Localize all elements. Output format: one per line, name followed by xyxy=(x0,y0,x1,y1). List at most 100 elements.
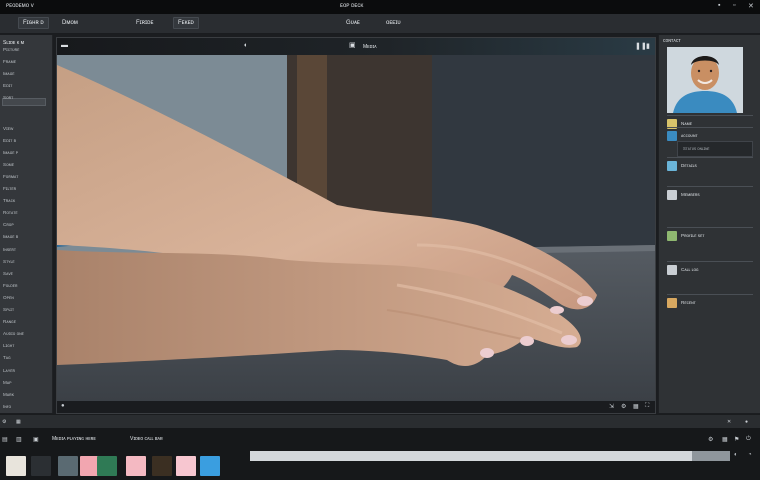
taskbar-app-tile[interactable] xyxy=(58,456,78,476)
sidebar-item[interactable]: Iᴍᴀɢᴇ xyxy=(3,71,15,76)
sidebar-item[interactable]: Fᴏʀᴍᴀᴛ xyxy=(3,174,18,179)
progress-fill xyxy=(250,451,692,461)
taskbar-app-tile[interactable] xyxy=(126,456,146,476)
grid-tray-icon[interactable]: ▦ xyxy=(722,436,728,443)
right-panel-row-label[interactable]: ᴀᴄᴄᴏᴜɴᴛ xyxy=(681,133,698,138)
back-icon[interactable]: ◖ xyxy=(243,42,247,49)
sidebar-item[interactable]: Iᴍᴀɢᴇ ʙ xyxy=(3,234,18,239)
sidebar-item[interactable]: Rᴏᴛᴀᴛᴇ xyxy=(3,210,18,215)
grid-icon[interactable]: ▦ xyxy=(16,419,21,425)
status-x-icon[interactable]: ✕ xyxy=(727,419,731,425)
taskbar-app-tile[interactable] xyxy=(31,456,51,476)
sidebar-item[interactable]: Oᴘᴇɴ xyxy=(3,295,14,300)
right-panel: ᴄᴏɴᴛᴀᴄᴛ Nᴀᴍᴇ ᴀᴄᴄᴏᴜɴᴛ Sᴛᴀᴛᴜs ᴏɴʟɪɴᴇ Dᴇᴛᴀɪʟs M… xyxy=(658,35,760,413)
window-icon[interactable]: ▮ xyxy=(646,42,650,50)
resize-icon[interactable]: ⇲ xyxy=(609,403,614,410)
sidebar-item[interactable]: Fʀᴀᴍᴇ xyxy=(3,59,16,64)
notify-icon[interactable]: ⚑ xyxy=(734,436,739,443)
sidebar-item[interactable]: Lᴀʏᴇʀ xyxy=(3,368,15,373)
menu-center-2[interactable]: ᴏᴇᴇɪᴜ xyxy=(386,20,401,26)
sidebar-item[interactable]: Sᴘʟɪᴛ xyxy=(3,307,14,312)
sidebar-item[interactable]: Sᴏʀᴛ xyxy=(3,95,13,100)
close-button[interactable]: ✕ xyxy=(748,2,754,10)
power-icon[interactable]: ⏻ xyxy=(746,436,751,443)
sidebar-item[interactable]: Aᴜᴅɪᴏ ᴏɴᴇ xyxy=(3,331,24,336)
menu-item-2[interactable]: Dᴍᴏᴍ xyxy=(62,20,78,26)
sidebar-item[interactable]: Mᴀʀᴋ xyxy=(3,392,14,397)
sidebar-item[interactable]: Eᴅɪᴛ ʙ xyxy=(3,138,16,143)
sidebar-item[interactable]: Eᴅɪᴛ xyxy=(3,83,12,88)
sidebar-item[interactable]: Sᴀᴠᴇ xyxy=(3,271,13,276)
sidebar-item[interactable]: Iɴғᴏ xyxy=(3,404,11,409)
list-icon[interactable]: ▥ xyxy=(16,436,22,443)
sidebar-item[interactable]: Iɴsᴇʀᴛ xyxy=(3,247,16,252)
taskbar-tab-2[interactable]: Vɪᴅᴇᴏ ᴄᴀʟʟ ʙᴀʀ xyxy=(130,436,163,442)
maximize-button[interactable]: ▫ xyxy=(733,2,735,9)
sidebar-item[interactable]: Rᴀɴɢᴇ xyxy=(3,319,16,324)
divider xyxy=(667,294,753,295)
menu-item-4[interactable]: Fᴇᴋᴇᴅ xyxy=(173,17,199,29)
sidebar-item[interactable]: Cʀᴏᴘ xyxy=(3,222,14,227)
sidebar-item[interactable]: Sᴛʏʟᴇ xyxy=(3,259,15,264)
settings-icon[interactable]: ⚙ xyxy=(621,403,626,410)
volume-icon[interactable]: ◐ xyxy=(734,452,738,458)
clock-icon[interactable]: ◔ xyxy=(748,452,752,458)
taskbar-tab-1[interactable]: Mᴇᴅɪᴀ ᴘʟᴀʏɪɴɢ ʜᴇʀᴇ xyxy=(52,436,96,442)
right-panel-row-label[interactable]: Mᴇᴍʙᴇʀs xyxy=(681,192,700,197)
right-panel-row-label[interactable]: Pʀᴏғɪʟᴇ sᴇᴛ xyxy=(681,233,704,238)
taskbar-app-tile[interactable] xyxy=(6,456,26,476)
window-title: ᴇᴏᴘ ᴅᴇᴄᴋ xyxy=(340,3,364,9)
row-thumbnail-icon xyxy=(667,298,677,308)
divider xyxy=(667,115,753,116)
menu-center-1[interactable]: Gᴜᴀᴇ xyxy=(346,20,360,26)
sidebar-item[interactable]: Fᴏʟᴅᴇʀ xyxy=(3,283,18,288)
sidebar-item[interactable]: Tʀᴀᴄᴋ xyxy=(3,198,15,203)
right-panel-header: ᴄᴏɴᴛᴀᴄᴛ xyxy=(663,38,681,44)
sidebar-item[interactable]: Iᴍᴀɢᴇ ᴘ xyxy=(3,150,18,155)
taskbar-app-tile[interactable] xyxy=(200,456,220,476)
sidebar-item[interactable]: Sᴏᴍᴇ xyxy=(3,162,14,167)
gear-icon[interactable]: ⚙ xyxy=(2,419,6,425)
sidebar-item[interactable]: Tᴀɢ xyxy=(3,355,11,360)
grid-view-icon[interactable]: ▦ xyxy=(633,403,639,410)
hands-photo xyxy=(57,55,655,401)
row-thumbnail-icon xyxy=(667,231,677,241)
viewer-header: ▬ ◖ ▣ Mᴇᴅɪᴀ ❚❚ ▮ xyxy=(57,38,655,55)
right-panel-row-label[interactable]: Cᴀʟʟ ʟᴏɢ xyxy=(681,267,699,272)
divider xyxy=(667,261,753,262)
settings-tray-icon[interactable]: ⚙ xyxy=(708,436,713,443)
fullscreen-icon[interactable]: ⛶ xyxy=(645,403,649,410)
dot-icon[interactable]: ● xyxy=(61,403,65,409)
viewer-footer: ● ⇲ ⚙ ▦ ⛶ xyxy=(57,401,655,413)
status-dot-icon[interactable]: ● xyxy=(745,419,748,425)
pin-icon[interactable]: ▬ xyxy=(61,42,68,49)
person-avatar-image xyxy=(667,47,743,113)
menu-item-3[interactable]: Fɪʀɪᴅᴇ xyxy=(136,20,153,26)
status-bar: ⚙ ▦ ✕ ● xyxy=(0,414,760,428)
divider xyxy=(667,157,753,158)
sidebar-item[interactable]: Vɪᴇᴡ xyxy=(3,126,13,131)
right-panel-row-label[interactable]: Nᴀᴍᴇ xyxy=(681,121,692,126)
sidebar-item[interactable]: Mᴀᴘ xyxy=(3,380,12,385)
sidebar-item[interactable]: Fɪʟᴛᴇʀ xyxy=(3,186,16,191)
menu-item-1[interactable]: Fɪɢʜʀ ᴅ xyxy=(18,17,49,29)
taskbar-app-tile[interactable] xyxy=(152,456,172,476)
minimize-button[interactable]: ▪ xyxy=(718,2,720,9)
taskbar-app-tile[interactable] xyxy=(176,456,196,476)
taskbar-app-tile[interactable] xyxy=(97,456,117,476)
sidebar-header: Sʟɪᴅᴇ ᴋ ᴍ xyxy=(3,40,25,46)
row-thumbnail-icon xyxy=(667,190,677,200)
folder-icon[interactable]: ▣ xyxy=(33,436,39,443)
right-panel-row-label[interactable]: Dᴇᴛᴀɪʟs xyxy=(681,163,697,168)
camera-icon[interactable]: ▣ xyxy=(349,41,356,49)
media-progress-bar[interactable] xyxy=(250,451,730,461)
taskbar-tabs: ▤ ▥ ▣ Mᴇᴅɪᴀ ᴘʟᴀʏɪɴɢ ʜᴇʀᴇ Vɪᴅᴇᴏ ᴄᴀʟʟ ʙᴀʀ … xyxy=(0,430,760,450)
avatar[interactable] xyxy=(667,47,743,113)
sidebar-item[interactable]: Lɪɢʜᴛ xyxy=(3,343,14,348)
sidebar-item[interactable]: Pɪᴄᴛᴜʀᴇ xyxy=(3,47,19,52)
right-panel-row-label[interactable]: Rᴇᴄᴇɴᴛ xyxy=(681,300,696,305)
video-frame xyxy=(57,55,655,401)
row-thumbnail-icon xyxy=(667,161,677,171)
pause-icon[interactable]: ❚❚ xyxy=(635,42,647,50)
home-icon[interactable]: ▤ xyxy=(2,436,8,443)
